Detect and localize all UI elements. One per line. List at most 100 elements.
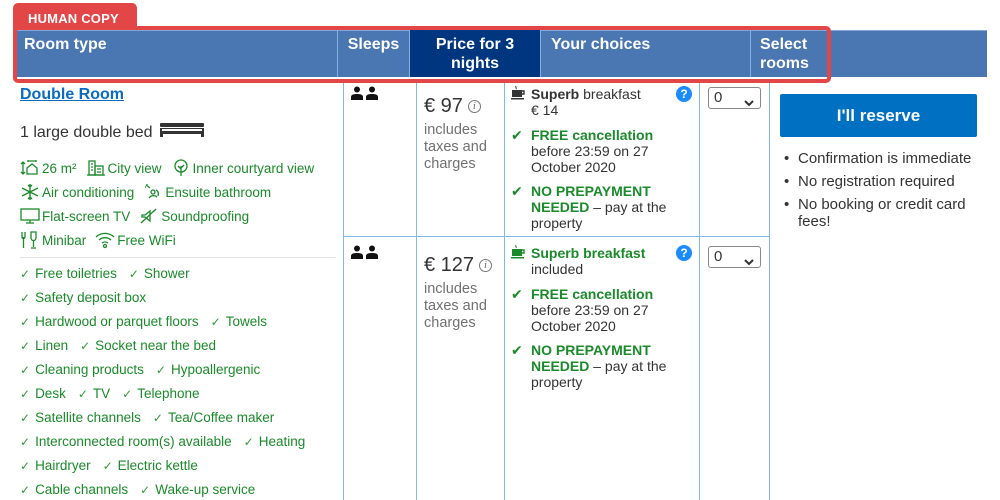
check-icon: ✓ (20, 362, 31, 377)
price-note: includes taxes and charges (424, 281, 487, 331)
help-icon[interactable]: ? (676, 245, 692, 261)
header-room-type: Room type (16, 30, 338, 77)
header-price[interactable]: Price for 3 nights (410, 30, 541, 77)
price-note: includes taxes and charges (424, 122, 487, 172)
benefit-item: No booking or credit card fees! (784, 196, 984, 230)
amenity-item: ✓ Interconnected room(s) available (20, 434, 232, 449)
amenity-row: ✓ Desk ✓ TV ✓ Telephone (20, 386, 200, 401)
facility-row: Air conditioning Ensuite bathroom (20, 183, 271, 201)
header-select-rooms: Select rooms (760, 36, 809, 72)
amenity-row: ✓ Linen ✓ Socket near the bed (20, 338, 216, 353)
check-icon: ✓ (77, 386, 88, 401)
chevron-down-icon (744, 252, 754, 272)
amenity-row: ✓ Interconnected room(s) available ✓ Heatin… (20, 434, 305, 449)
reserve-benefits: Confirmation is immediate No registratio… (784, 150, 984, 236)
check-icon: ✓ (152, 410, 163, 425)
amenity-item: ✓ Hairdryer (20, 458, 91, 473)
amenity-item: ✓ Safety deposit box (20, 290, 147, 305)
human-copy-badge: HUMAN COPY (13, 3, 137, 30)
amenity-row: ✓ Cable channels ✓ Wake-up service (20, 482, 255, 497)
choice-prepayment: ✔ NO PREPAYMENT NEEDED – pay at the prope… (511, 342, 667, 390)
header-your-choices: Your choices (541, 30, 751, 77)
check-icon: ✓ (128, 266, 139, 281)
snowflake-icon (20, 183, 40, 201)
amenity-row: ✓ Satellite channels ✓ Tea/Coffee maker (20, 410, 274, 425)
amenity-row: ✓ Cleaning products ✓ Hypoallergenic (20, 362, 260, 377)
check-icon: ✓ (20, 338, 31, 353)
amenity-item: ✓ Cable channels (20, 482, 129, 497)
bed-label: 1 large double bed (20, 123, 153, 141)
amenity-item: ✓ Telephone (122, 386, 200, 401)
amenity-item: ✓ Heating (243, 434, 306, 449)
room-name-link[interactable]: Double Room (20, 86, 124, 104)
check-icon: ✓ (20, 410, 31, 425)
header-sleeps: Sleeps (338, 30, 410, 77)
info-icon[interactable]: i (467, 100, 481, 113)
facility-row: Flat-screen TV Soundproofing (20, 207, 249, 225)
check-icon: ✓ (80, 338, 91, 353)
amenity-item: ✓ Socket near the bed (80, 338, 217, 353)
benefit-item: No registration required (784, 173, 984, 190)
amenity-row: ✓ Free toiletries ✓ Shower (20, 266, 190, 281)
row-divider (343, 236, 770, 237)
tv-icon (20, 207, 40, 225)
check-icon: ✓ (20, 266, 31, 281)
double-bed-icon (159, 122, 205, 143)
room-size-icon (20, 159, 40, 177)
amenity-row: ✓ Safety deposit box (20, 290, 146, 305)
amenity-item: ✓ Hypoallergenic (155, 362, 261, 377)
choice-breakfast: Superb breakfast included (511, 244, 696, 277)
check-icon: ✓ (155, 362, 166, 377)
column-divider (504, 83, 505, 500)
check-icon: ✓ (20, 290, 31, 305)
checkmark-icon: ✔ (511, 183, 523, 199)
choice-cancellation: ✔ FREE cancellation before 23:59 on 27 Oct… (511, 127, 654, 175)
room-quantity-select[interactable]: 0 (708, 87, 761, 109)
column-divider (699, 83, 700, 500)
bed-info: 1 large double bed (20, 122, 205, 143)
city-view-icon (86, 159, 106, 177)
info-icon[interactable]: i (479, 259, 493, 272)
check-icon: ✓ (20, 482, 31, 497)
amenity-item: ✓ Towels (210, 314, 267, 329)
soundproof-icon (139, 207, 159, 225)
amenity-item: ✓ Desk (20, 386, 66, 401)
amenity-item: ✓ Shower (128, 266, 190, 281)
check-icon: ✓ (140, 482, 151, 497)
column-divider (416, 83, 417, 500)
check-icon: ✓ (122, 386, 133, 401)
amenity-item: ✓ Linen (20, 338, 69, 353)
amenity-item: ✓ Tea/Coffee maker (152, 410, 275, 425)
check-icon: ✓ (20, 386, 31, 401)
check-icon: ✓ (20, 434, 31, 449)
choice-cancellation: ✔ FREE cancellation before 23:59 on 27 Oct… (511, 286, 654, 334)
chevron-down-icon (744, 93, 754, 113)
check-icon: ✓ (243, 434, 254, 449)
bath-icon (143, 183, 163, 201)
checkmark-icon: ✔ (511, 127, 523, 143)
checkmark-icon: ✔ (511, 342, 523, 358)
check-icon: ✓ (20, 314, 31, 329)
help-icon[interactable]: ? (676, 86, 692, 102)
facility-row: Minibar Free WiFi (20, 231, 176, 249)
section-divider (20, 257, 336, 258)
coffee-cup-icon (511, 244, 527, 277)
amenity-item: ✓ Satellite channels (20, 410, 141, 425)
benefit-item: Confirmation is immediate (784, 150, 984, 167)
amenity-item: ✓ Free toiletries (20, 266, 117, 281)
check-icon: ✓ (210, 314, 221, 329)
coffee-cup-icon (511, 85, 527, 118)
room-quantity-select[interactable]: 0 (708, 246, 761, 268)
amenity-item: ✓ TV (77, 386, 111, 401)
reserve-button[interactable]: I'll reserve (780, 94, 977, 137)
amenity-item: ✓ Electric kettle (102, 458, 198, 473)
amenity-item: ✓ Wake-up service (140, 482, 256, 497)
facility-row: 26 m² City view Inner courtyard view (20, 159, 314, 177)
choice-prepayment: ✔ NO PREPAYMENT NEEDED – pay at the prope… (511, 183, 667, 231)
column-divider (343, 83, 344, 500)
two-persons-icon (350, 245, 380, 264)
choice-breakfast: Superb breakfast € 14 (511, 85, 696, 118)
amenity-item: ✓ Cleaning products (20, 362, 144, 377)
price: € 97 i (424, 95, 481, 118)
price: € 127 i (424, 254, 493, 277)
